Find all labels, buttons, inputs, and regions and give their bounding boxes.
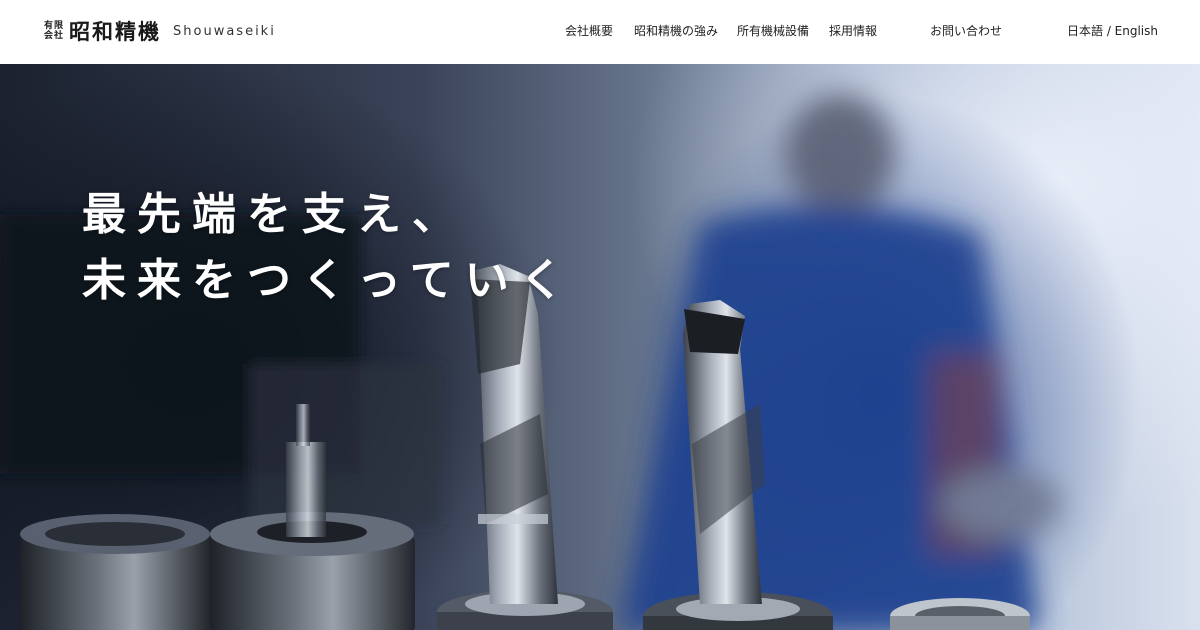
- hero-photo: [0, 94, 1060, 630]
- hero-headline-line1: 最先端を支え、: [82, 189, 467, 240]
- hero-headline: 最先端を支え、 未来をつくっていく: [82, 182, 575, 314]
- nav-recruit[interactable]: 採用情報: [829, 23, 877, 39]
- nav-company[interactable]: 会社概要: [565, 23, 613, 39]
- logo-name-en: Shouwaseiki: [173, 23, 276, 39]
- logo-prefix-bottom: 会社: [44, 31, 65, 41]
- logo-name: 昭和精機: [69, 19, 162, 44]
- hero-section: 最先端を支え、 未来をつくっていく: [0, 64, 1200, 630]
- hero-headline-line2: 未来をつくっていく: [82, 255, 575, 306]
- logo-company-type: 有限 会社: [44, 21, 64, 41]
- nav-equipment[interactable]: 所有機械設備: [737, 23, 809, 39]
- nav-strengths[interactable]: 昭和精機の強み: [634, 23, 718, 39]
- nav-contact[interactable]: お問い合わせ: [930, 23, 1002, 39]
- site-logo[interactable]: 有限 会社 昭和精機 Shouwaseiki: [44, 18, 276, 44]
- nav-language[interactable]: 日本語 / English: [1067, 23, 1158, 39]
- site-header: 有限 会社 昭和精機 Shouwaseiki 会社概要 昭和精機の強み 所有機械…: [0, 0, 1200, 64]
- logo-prefix-top: 有限: [44, 21, 65, 31]
